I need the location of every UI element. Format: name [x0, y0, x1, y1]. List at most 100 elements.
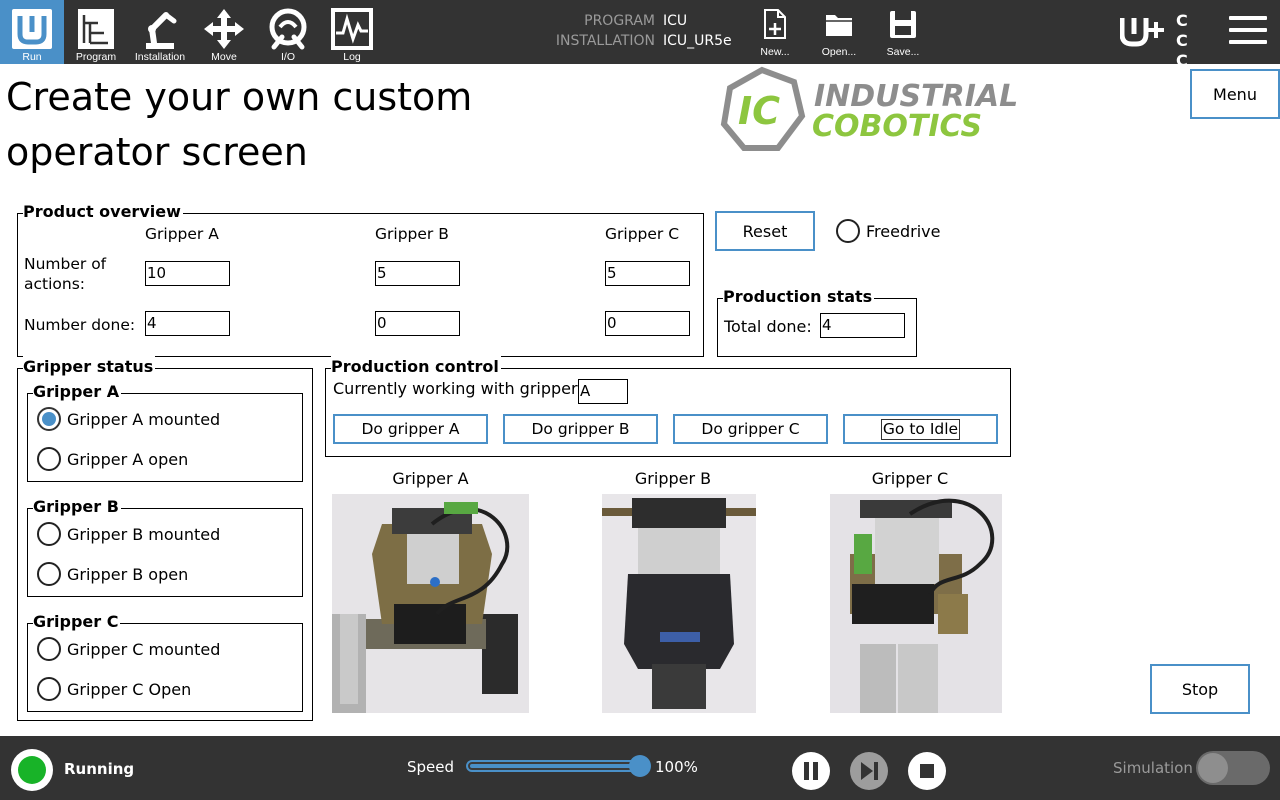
gripper-c-open-radio[interactable]: [37, 677, 61, 701]
photo-caption-a: Gripper A: [392, 469, 469, 488]
speed-value: 100%: [655, 758, 698, 776]
urplus-icon[interactable]: [1120, 16, 1164, 48]
new-file-icon: [764, 9, 786, 39]
currently-working-label: Currently working with gripper: [333, 379, 578, 398]
save-label: Save...: [886, 46, 920, 58]
actions-a-field[interactable]: 10: [145, 261, 230, 286]
open-button[interactable]: Open...: [809, 0, 869, 64]
tab-move[interactable]: Move: [192, 0, 256, 64]
actions-b-field[interactable]: 5: [375, 261, 460, 286]
gripper-b-mounted-radio[interactable]: [37, 522, 61, 546]
do-gripper-c-button[interactable]: Do gripper C: [673, 414, 828, 444]
stop-program-button[interactable]: [908, 752, 946, 790]
do-gripper-a-button[interactable]: Do gripper A: [333, 414, 488, 444]
industrial-cobotics-logo: IC INDUSTRIAL COBOTICS: [720, 66, 1018, 151]
title-line-1: Create your own custom: [6, 75, 473, 119]
col-header-gripper-c: Gripper C: [605, 225, 680, 243]
stop-square-icon: [920, 764, 934, 778]
gripper-c-photo: [830, 494, 1002, 713]
program-name: ICU: [663, 13, 688, 29]
total-done-field[interactable]: 4: [820, 313, 905, 338]
current-gripper-field[interactable]: A: [578, 379, 628, 404]
menu-button[interactable]: Menu: [1190, 69, 1280, 119]
tab-installation[interactable]: Installation: [128, 0, 192, 64]
tab-run[interactable]: Run: [0, 0, 64, 64]
new-button[interactable]: New...: [745, 0, 805, 64]
actions-c-field[interactable]: 5: [605, 261, 690, 286]
gripper-c-mounted-radio[interactable]: [37, 637, 61, 661]
io-ring-icon: [269, 8, 307, 50]
program-info: PROGRAM ICU INSTALLATION ICU_UR5e: [540, 11, 732, 51]
speed-label: Speed: [407, 758, 455, 776]
speed-slider[interactable]: [466, 755, 651, 777]
save-button[interactable]: Save...: [873, 0, 933, 64]
simulation-toggle[interactable]: [1196, 751, 1270, 785]
photo-caption-c: Gripper C: [871, 469, 949, 488]
production-stats-legend: Production stats: [723, 286, 875, 308]
gripper-a-mounted-radio[interactable]: [37, 407, 61, 431]
done-c-field[interactable]: 0: [605, 311, 690, 336]
gripper-c-open-label: Gripper C Open: [67, 680, 192, 699]
move-arrows-icon: [204, 9, 244, 49]
tab-run-label: Run: [22, 51, 42, 63]
done-a-field[interactable]: 4: [145, 311, 230, 336]
installation-key: INSTALLATION: [555, 33, 655, 49]
gripper-b-photo: [602, 494, 756, 713]
tab-program[interactable]: Program: [64, 0, 128, 64]
open-label: Open...: [821, 46, 857, 58]
do-gripper-b-button[interactable]: Do gripper B: [503, 414, 658, 444]
gripper-b-open-radio[interactable]: [37, 562, 61, 586]
top-bar: Run Program Installation Move I/O Log PR…: [0, 0, 1280, 90]
gripper-a-open-radio[interactable]: [37, 447, 61, 471]
step-button[interactable]: [850, 752, 888, 790]
speed-slider-handle[interactable]: [629, 755, 651, 777]
tab-io[interactable]: I/O: [256, 0, 320, 64]
tab-io-label: I/O: [280, 51, 295, 63]
done-b-field[interactable]: 0: [375, 311, 460, 336]
bottom-bar: Running Speed 100% Simulation: [0, 736, 1280, 800]
ur-logo-icon: [12, 9, 52, 49]
gripper-c-mounted-label: Gripper C mounted: [67, 640, 221, 659]
new-label: New...: [760, 46, 790, 58]
hamburger-menu-icon[interactable]: [1229, 16, 1267, 48]
speed-slider-fill: [470, 764, 640, 768]
tab-installation-label: Installation: [134, 51, 186, 63]
title-line-2: operator screen: [6, 130, 308, 174]
save-disk-icon: [890, 11, 916, 38]
photo-caption-b: Gripper B: [634, 469, 712, 488]
col-header-gripper-b: Gripper B: [375, 225, 449, 243]
status-text: Running: [64, 760, 135, 778]
program-tree-icon: [78, 9, 114, 49]
total-done-label: Total done:: [724, 317, 812, 336]
logo-word-cobotics: COBOTICS: [812, 109, 982, 144]
gripper-a-group-title: Gripper A: [33, 381, 122, 403]
tab-log[interactable]: Log: [320, 0, 384, 64]
freedrive-label: Freedrive: [866, 222, 941, 241]
col-header-gripper-a: Gripper A: [145, 225, 219, 243]
logo-mark: IC: [738, 89, 780, 133]
number-done-label: Number done:: [24, 316, 136, 334]
gripper-status-legend: Gripper status: [23, 356, 156, 378]
log-graph-icon: [331, 8, 373, 50]
tab-program-label: Program: [75, 51, 117, 63]
gripper-b-open-label: Gripper B open: [67, 565, 189, 584]
number-of-actions-label: Number of actions:: [24, 255, 107, 293]
stop-button[interactable]: Stop: [1150, 664, 1250, 714]
freedrive-radio[interactable]: [836, 219, 860, 243]
tab-move-label: Move: [211, 51, 237, 63]
robot-arm-icon: [146, 12, 177, 49]
step-forward-icon: [861, 762, 878, 780]
go-to-idle-label: Go to Idle: [880, 418, 961, 440]
product-overview-legend: Product overview: [23, 201, 183, 223]
pause-button[interactable]: [792, 752, 830, 790]
gripper-c-group-title: Gripper C: [33, 611, 121, 633]
page-title: Create your own custom operator screen: [6, 70, 472, 180]
gripper-a-open-label: Gripper A open: [67, 450, 189, 469]
reset-button[interactable]: Reset: [715, 211, 815, 251]
gripper-b-group-title: Gripper B: [33, 496, 121, 518]
production-control-legend: Production control: [331, 356, 501, 378]
simulation-label: Simulation: [1113, 759, 1193, 777]
running-status-icon: [11, 749, 53, 791]
go-to-idle-button[interactable]: Go to Idle: [843, 414, 998, 444]
gripper-a-photo: [332, 494, 529, 713]
